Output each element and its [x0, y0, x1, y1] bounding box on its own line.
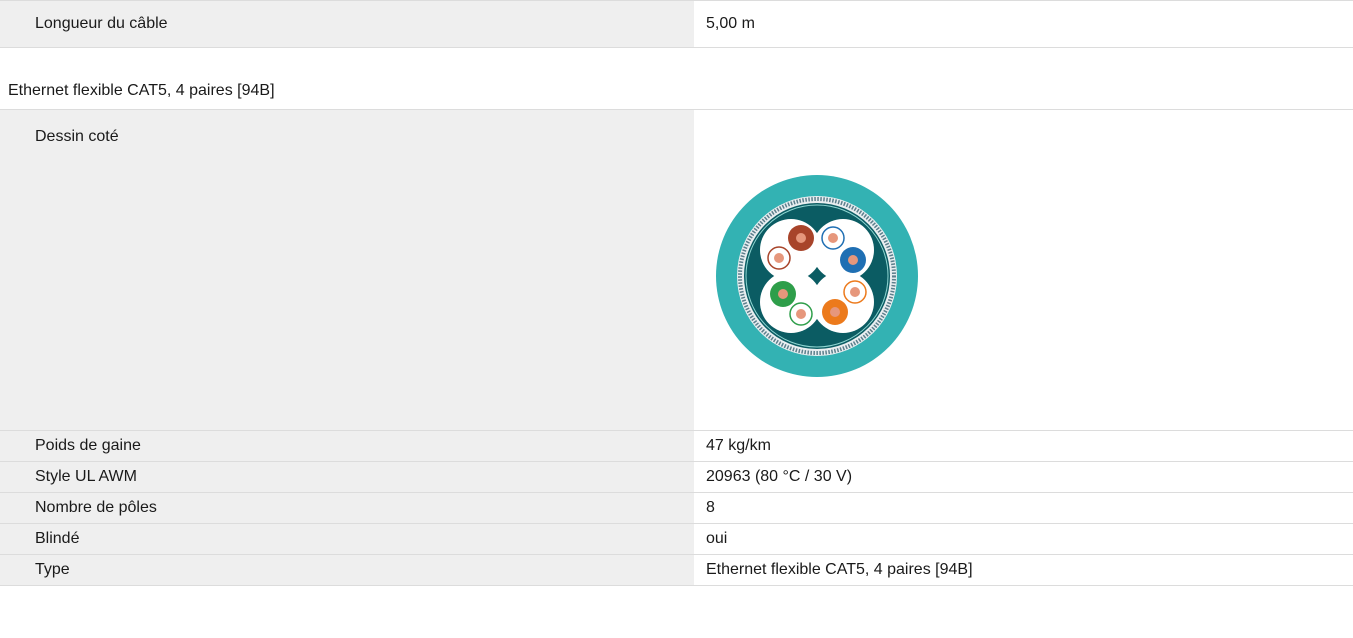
spec-label: Blindé	[0, 523, 694, 555]
spec-label: Poids de gaine	[0, 430, 694, 462]
spec-label: Dessin coté	[0, 110, 694, 431]
spec-value: 20963 (80 °C / 30 V)	[694, 461, 1353, 493]
spec-row: Nombre de pôles 8	[0, 492, 1353, 524]
spec-label: Type	[0, 554, 694, 586]
drawing-container	[706, 110, 1353, 430]
spec-row-cable-length: Longueur du câble 5,00 m	[0, 0, 1353, 48]
spec-value: 8	[694, 492, 1353, 524]
cable-length-table: Longueur du câble 5,00 m	[0, 0, 1353, 48]
spec-label: Style UL AWM	[0, 461, 694, 493]
spec-value-drawing	[694, 110, 1353, 431]
spec-row: Blindé oui	[0, 523, 1353, 555]
cable-cross-section-icon	[716, 175, 918, 377]
cable-spec-table: Dessin coté Poids de gaine 47 kg/km Styl…	[0, 110, 1353, 586]
spec-value: oui	[694, 523, 1353, 555]
spec-value: Ethernet flexible CAT5, 4 paires [94B]	[694, 554, 1353, 586]
spec-row: Type Ethernet flexible CAT5, 4 paires [9…	[0, 554, 1353, 586]
spec-page: Longueur du câble 5,00 m Ethernet flexib…	[0, 0, 1353, 638]
spec-row: Poids de gaine 47 kg/km	[0, 430, 1353, 462]
spec-value: 5,00 m	[694, 0, 1353, 48]
spec-row: Style UL AWM 20963 (80 °C / 30 V)	[0, 461, 1353, 493]
spec-row-drawing: Dessin coté	[0, 110, 1353, 431]
spec-label: Nombre de pôles	[0, 492, 694, 524]
section-title: Ethernet flexible CAT5, 4 paires [94B]	[8, 82, 275, 99]
spec-label: Longueur du câble	[0, 0, 694, 48]
spec-value: 47 kg/km	[694, 430, 1353, 462]
